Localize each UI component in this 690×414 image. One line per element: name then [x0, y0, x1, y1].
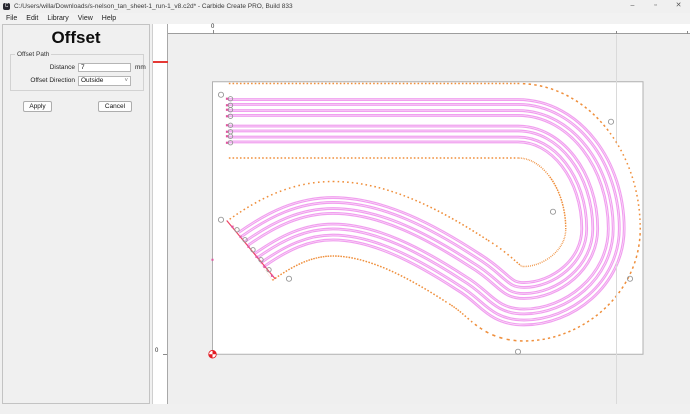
distance-input[interactable] [78, 63, 131, 72]
distance-label: Distance [11, 64, 75, 71]
offset-path-group-label: Offset Path [15, 51, 51, 58]
offset-direction-value: Outside [81, 77, 103, 84]
drawing-layer [168, 34, 690, 405]
menu-bar: File Edit Library View Help [0, 13, 690, 24]
origin-marker[interactable] [209, 350, 217, 358]
menu-view[interactable]: View [78, 15, 93, 22]
menu-library[interactable]: Library [47, 15, 68, 22]
status-bar [0, 404, 690, 414]
offset-tool-panel: Offset Offset Path Distance mm Offset Di… [2, 24, 150, 404]
app-icon: C [3, 3, 10, 10]
horizontal-ruler: 0 [168, 24, 690, 34]
ruler-tick [163, 354, 167, 355]
vertical-ruler: 0 [152, 24, 168, 404]
menu-help[interactable]: Help [102, 15, 116, 22]
title-bar: C C:/Users/willa/Downloads/s-nelson_tan_… [0, 0, 690, 13]
apply-button[interactable]: Apply [23, 101, 52, 112]
ruler-zero-y: 0 [155, 348, 158, 354]
menu-edit[interactable]: Edit [26, 15, 38, 22]
minimize-button[interactable]: – [621, 0, 644, 13]
window-title: C:/Users/willa/Downloads/s-nelson_tan_sh… [14, 3, 293, 10]
distance-unit-label: mm [135, 64, 146, 71]
maximize-button[interactable]: ▫ [644, 0, 667, 13]
offset-direction-label: Offset Direction [11, 77, 75, 84]
menu-file[interactable]: File [6, 15, 17, 22]
chevron-down-icon: ˅ [124, 78, 128, 84]
cancel-button[interactable]: Cancel [98, 101, 132, 112]
panel-title: Offset [3, 28, 149, 48]
close-button[interactable]: ✕ [667, 0, 690, 13]
offset-direction-select[interactable]: Outside ˅ [78, 76, 131, 86]
cursor-position-marker [153, 61, 168, 63]
